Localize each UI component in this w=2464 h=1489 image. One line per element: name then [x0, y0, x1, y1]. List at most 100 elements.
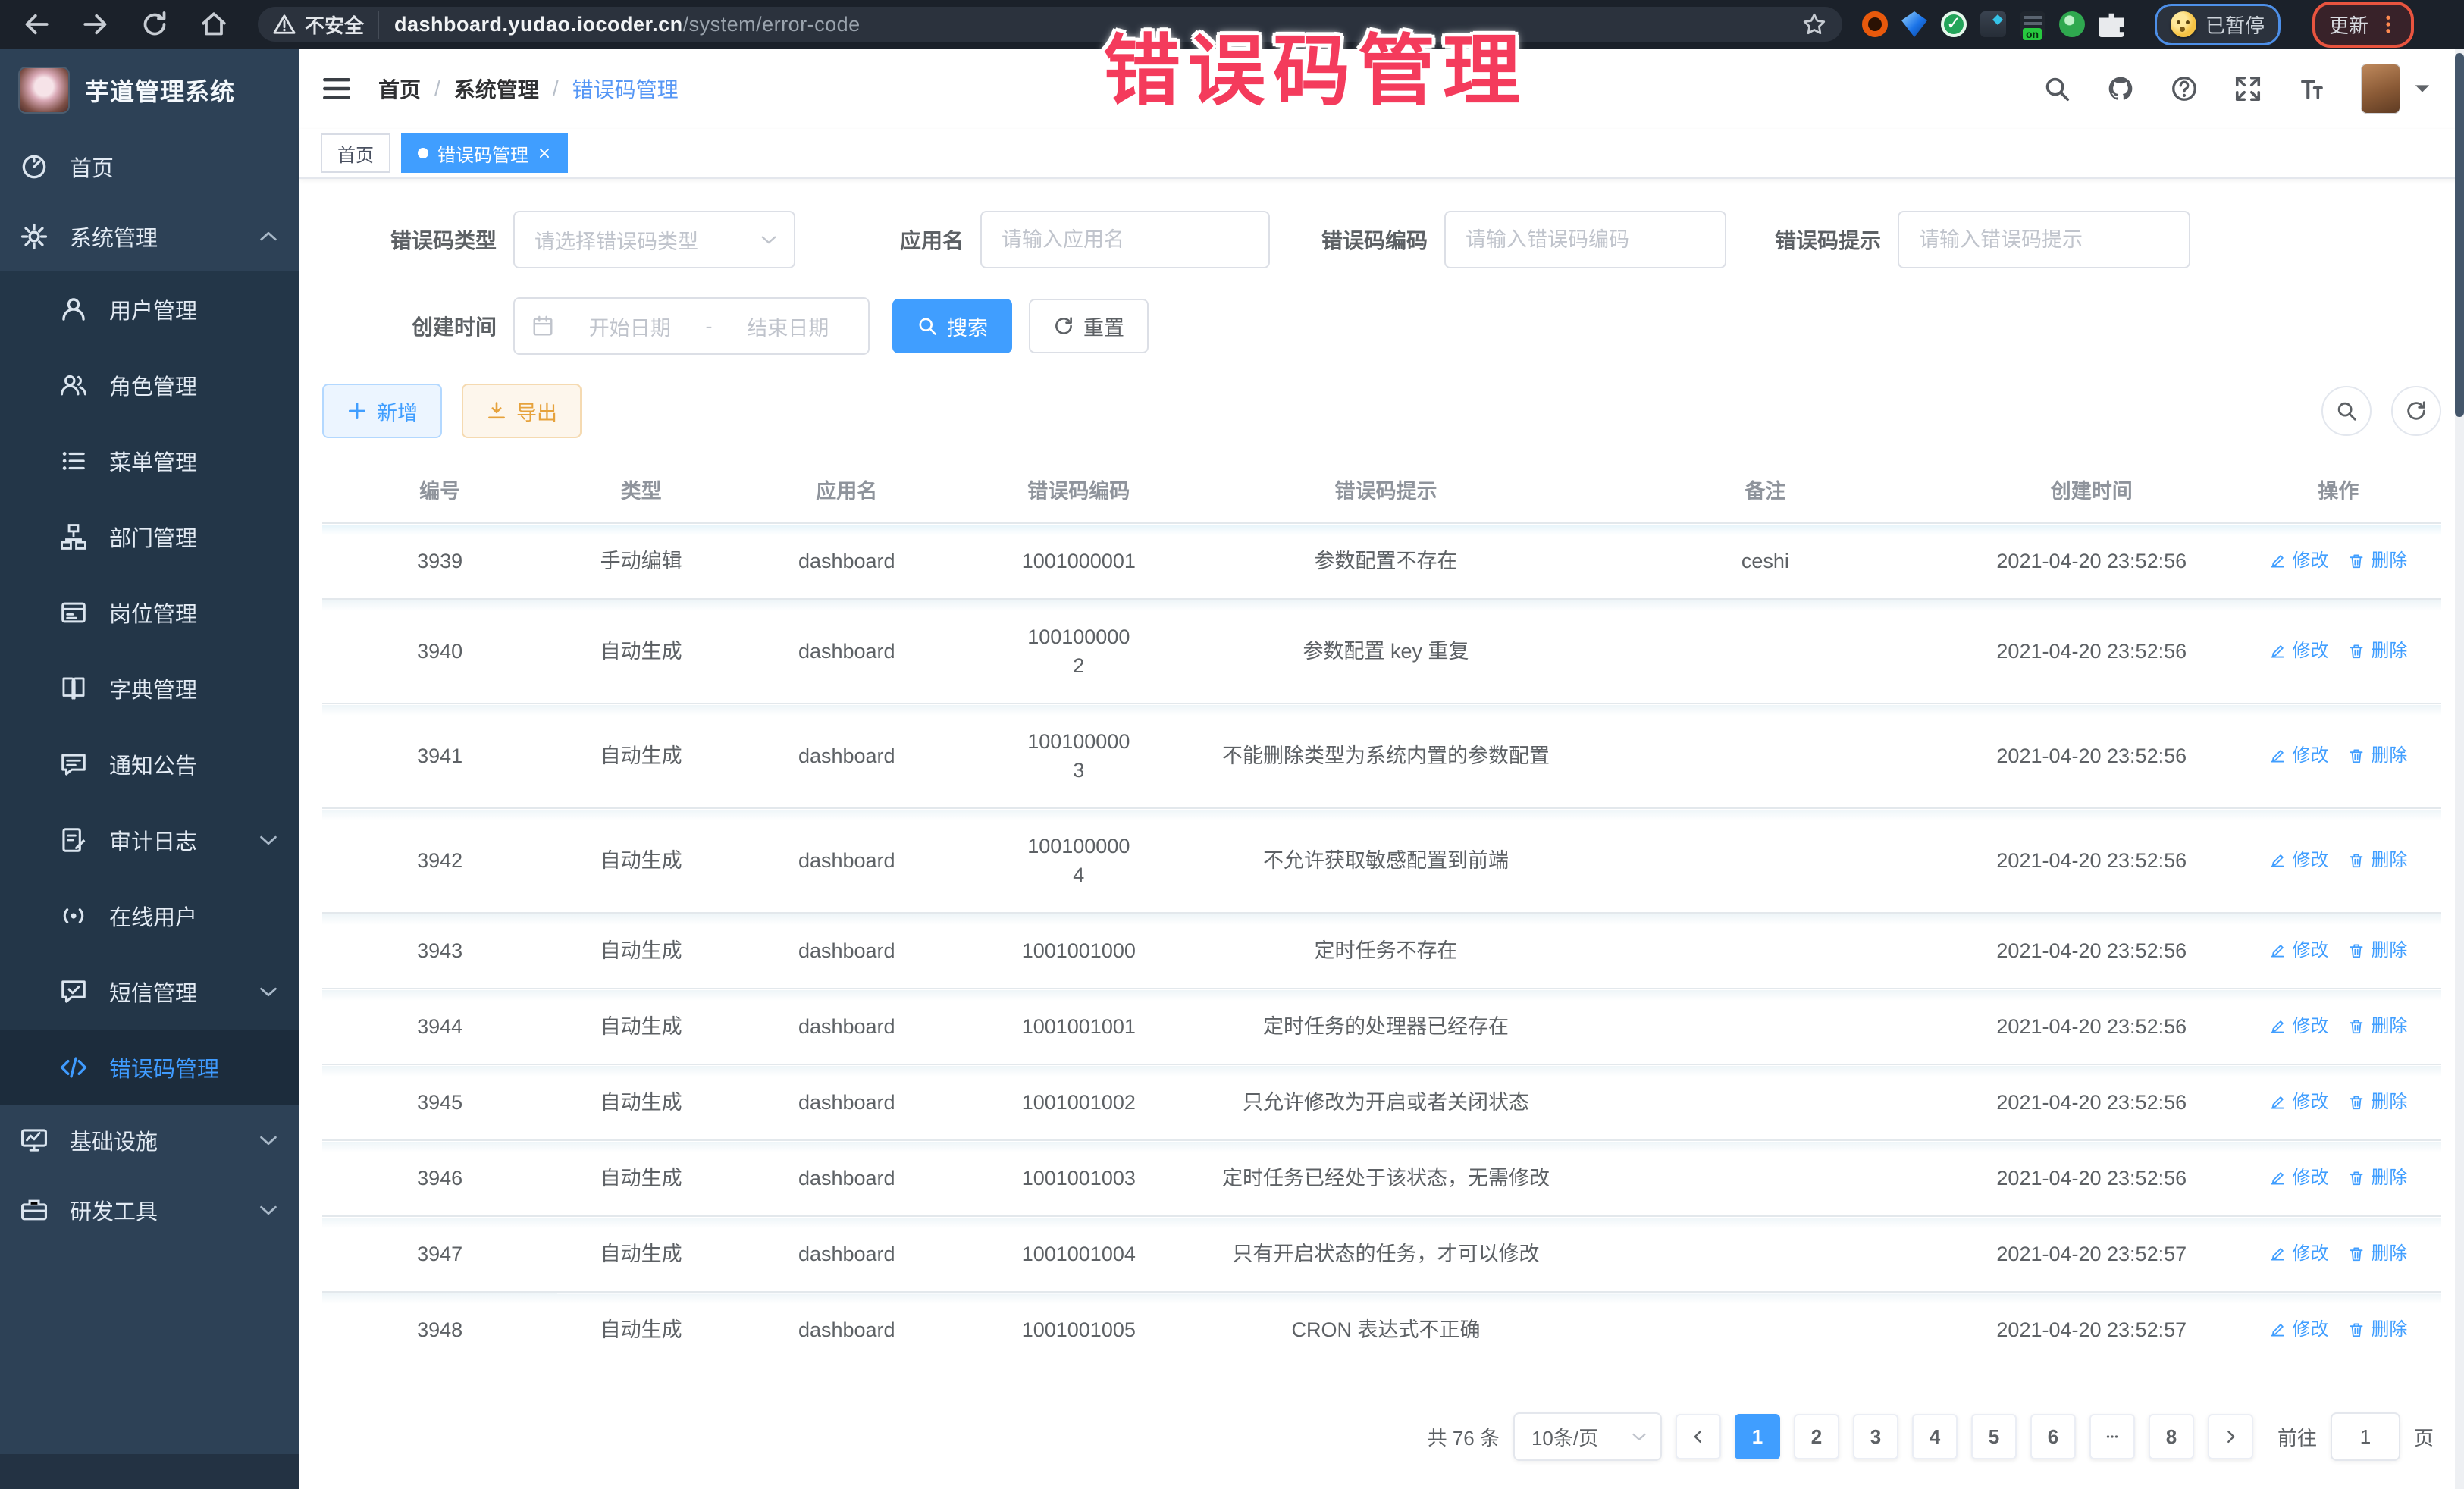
app-name-input[interactable] [980, 211, 1270, 268]
app-logo-row[interactable]: 芋道管理系统 [0, 49, 299, 132]
edit-link[interactable]: 修改 [2269, 1240, 2328, 1268]
page-button-4[interactable]: 4 [1912, 1414, 1958, 1459]
edit-link[interactable]: 修改 [2269, 936, 2328, 965]
trash-icon [2348, 748, 2365, 764]
delete-link[interactable]: 删除 [2348, 637, 2407, 666]
delete-link[interactable]: 删除 [2348, 1315, 2407, 1344]
sidebar-item-posts[interactable]: 岗位管理 [0, 575, 299, 650]
breadcrumb-home[interactable]: 首页 [378, 74, 421, 104]
edit-link[interactable]: 修改 [2269, 846, 2328, 875]
start-date-placeholder[interactable]: 开始日期 [566, 312, 694, 341]
github-icon[interactable] [2106, 74, 2135, 103]
delete-link[interactable]: 删除 [2348, 1240, 2407, 1268]
search-button[interactable]: 搜索 [892, 299, 1012, 353]
browser-forward-icon[interactable] [80, 9, 111, 39]
delete-link[interactable]: 删除 [2348, 547, 2407, 575]
cell-code: 1001001000 [968, 913, 1189, 989]
reset-button[interactable]: 重置 [1029, 299, 1149, 353]
close-icon[interactable] [538, 146, 551, 160]
extension-icon-on-badge[interactable] [2020, 11, 2045, 37]
date-range-picker[interactable]: 开始日期 - 结束日期 [513, 297, 870, 355]
sidebar-item-infrastructure[interactable]: 基础设施 [0, 1105, 299, 1175]
breadcrumb-system[interactable]: 系统管理 [454, 74, 539, 104]
edit-link[interactable]: 修改 [2269, 637, 2328, 666]
extension-icon-green-check[interactable] [1941, 11, 1967, 37]
goto-label: 前往 [2277, 1423, 2317, 1451]
search-icon[interactable] [2042, 74, 2071, 103]
browser-reload-icon[interactable] [140, 9, 170, 39]
scrollbar-thumb[interactable] [2455, 53, 2464, 417]
delete-link[interactable]: 删除 [2348, 1164, 2407, 1193]
sidebar-item-online-users[interactable]: 在线用户 [0, 878, 299, 954]
sidebar-item-home[interactable]: 首页 [0, 132, 299, 202]
delete-link[interactable]: 删除 [2348, 936, 2407, 965]
edit-link[interactable]: 修改 [2269, 547, 2328, 575]
sidebar-item-dictionary[interactable]: 字典管理 [0, 650, 299, 726]
browser-menu-dots-icon[interactable] [2379, 14, 2397, 35]
help-icon[interactable] [2170, 74, 2199, 103]
add-button[interactable]: 新增 [322, 384, 442, 438]
page-size-select[interactable]: 10条/页 [1513, 1412, 1662, 1461]
page-button-1[interactable]: 1 [1735, 1414, 1780, 1459]
delete-link[interactable]: 删除 [2348, 846, 2407, 875]
refresh-table-button[interactable] [2391, 386, 2441, 436]
end-date-placeholder[interactable]: 结束日期 [725, 312, 852, 341]
fullscreen-icon[interactable] [2234, 74, 2262, 103]
sidebar-fold-icon[interactable] [321, 73, 353, 105]
browser-home-icon[interactable] [199, 9, 229, 39]
browser-update-button[interactable]: 更新 [2312, 2, 2414, 48]
extension-icon-grid[interactable] [1980, 11, 2006, 37]
sidebar-item-users[interactable]: 用户管理 [0, 271, 299, 347]
edit-link[interactable]: 修改 [2269, 1315, 2328, 1344]
page-button-5[interactable]: 5 [1971, 1414, 2017, 1459]
error-type-select[interactable]: 请选择错误码类型 [513, 211, 795, 268]
extension-icon-gem[interactable] [1901, 11, 1927, 37]
delete-link[interactable]: 删除 [2348, 1012, 2407, 1041]
sidebar-item-devtools[interactable]: 研发工具 [0, 1175, 299, 1245]
sidebar-item-error-code[interactable]: 错误码管理 [0, 1030, 299, 1105]
next-page-button[interactable] [2208, 1414, 2253, 1459]
sidebar-item-roles[interactable]: 角色管理 [0, 347, 299, 423]
font-size-icon[interactable] [2297, 74, 2326, 103]
edit-link[interactable]: 修改 [2269, 1164, 2328, 1193]
extension-icon-orange[interactable] [1862, 11, 1888, 37]
sidebar-item-audit-log[interactable]: 审计日志 [0, 802, 299, 878]
tab-home[interactable]: 首页 [321, 133, 390, 173]
select-placeholder: 请选择错误码类型 [534, 225, 698, 255]
delete-link[interactable]: 删除 [2348, 1088, 2407, 1117]
browser-back-icon[interactable] [21, 9, 52, 39]
export-button[interactable]: 导出 [462, 384, 582, 438]
toggle-search-button[interactable] [2321, 386, 2372, 436]
table-row: 3944 自动生成 dashboard 1001001001 定时任务的处理器已… [322, 989, 2441, 1064]
edit-link[interactable]: 修改 [2269, 741, 2328, 770]
extension-icon-key[interactable] [2059, 11, 2085, 37]
page-button-6[interactable]: 6 [2030, 1414, 2076, 1459]
delete-link[interactable]: 删除 [2348, 741, 2407, 770]
extensions-puzzle-icon[interactable] [2099, 11, 2124, 37]
sidebar-item-system[interactable]: 系统管理 [0, 202, 299, 271]
bookmark-star-icon[interactable] [1801, 11, 1827, 37]
edit-link[interactable]: 修改 [2269, 1012, 2328, 1041]
address-bar[interactable]: 不安全 dashboard.yudao.iocoder.cn/system/er… [258, 7, 1842, 42]
page-button-2[interactable]: 2 [1794, 1414, 1839, 1459]
tab-error-code[interactable]: 错误码管理 [401, 133, 568, 173]
header-code: 错误码编码 [968, 459, 1189, 523]
page-button-3[interactable]: 3 [1853, 1414, 1898, 1459]
scrollbar-track[interactable] [2455, 49, 2464, 1489]
error-code-input[interactable] [1444, 211, 1726, 268]
goto-page-input[interactable] [2331, 1412, 2400, 1461]
site-security[interactable]: 不安全 [273, 11, 379, 39]
page-button-8[interactable]: 8 [2149, 1414, 2194, 1459]
sidebar-item-announcements[interactable]: 通知公告 [0, 726, 299, 802]
sidebar-item-label: 首页 [70, 151, 114, 183]
error-hint-input[interactable] [1898, 211, 2190, 268]
chevron-down-icon [257, 1129, 280, 1152]
browser-profile-chip[interactable]: 已暂停 [2155, 4, 2281, 45]
page-ellipsis-button[interactable] [2089, 1414, 2135, 1459]
prev-page-button[interactable] [1676, 1414, 1721, 1459]
sidebar-item-departments[interactable]: 部门管理 [0, 499, 299, 575]
sidebar-item-menus[interactable]: 菜单管理 [0, 423, 299, 499]
edit-link[interactable]: 修改 [2269, 1088, 2328, 1117]
sidebar-item-sms[interactable]: 短信管理 [0, 954, 299, 1030]
user-avatar-menu[interactable] [2361, 64, 2431, 114]
